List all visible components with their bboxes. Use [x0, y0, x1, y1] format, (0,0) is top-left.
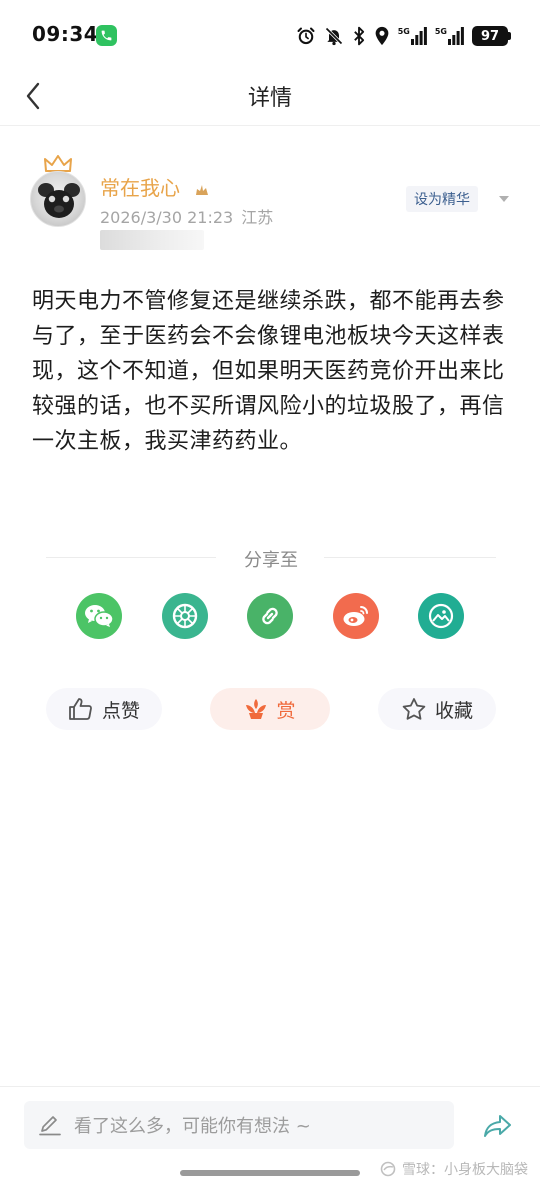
- avatar[interactable]: [30, 171, 86, 227]
- post-actions: 点赞 赏 收藏: [0, 688, 540, 732]
- share-divider: 分享至: [46, 546, 496, 571]
- post-meta: 2026/3/30 21:23 江苏: [100, 204, 281, 228]
- post-location: 江苏: [241, 208, 274, 227]
- set-essence-button[interactable]: 设为精华: [406, 186, 478, 212]
- watermark-text: 雪球：小身板大脑袋: [402, 1162, 528, 1178]
- share-image-button[interactable]: [418, 593, 464, 639]
- signal-5g-icon-2: 5G: [435, 27, 464, 45]
- bluetooth-icon: [352, 26, 366, 46]
- reward-icon: [246, 699, 267, 719]
- page-title: 详情: [247, 86, 292, 111]
- share-weibo-button[interactable]: [333, 593, 379, 639]
- forward-arrow-icon: [484, 1115, 511, 1137]
- thumbs-up-icon: [69, 698, 92, 720]
- comment-bar: 看了这么多，可能你有想法 ~ 雪球：小身板大脑袋: [0, 1086, 540, 1186]
- battery-level: 97: [480, 28, 500, 44]
- triangle-down-icon: [499, 196, 509, 202]
- comment-input[interactable]: 看了这么多，可能你有想法 ~: [24, 1101, 454, 1149]
- xueqiu-logo-icon: [380, 1161, 396, 1177]
- avatar-wrap[interactable]: [30, 155, 86, 227]
- share-wechat-button[interactable]: [76, 593, 122, 639]
- like-button[interactable]: 点赞: [46, 688, 162, 730]
- image-icon: [428, 603, 454, 629]
- battery-indicator: 97: [472, 26, 511, 46]
- alarm-icon: [296, 26, 316, 46]
- pencil-icon: [39, 1116, 61, 1136]
- weibo-icon: [343, 606, 368, 626]
- share-moments-button[interactable]: [162, 593, 208, 639]
- signal-5g-icon: 5G: [398, 27, 427, 45]
- status-time: 09:34: [32, 22, 99, 46]
- reward-label: 赏: [276, 699, 296, 722]
- author-name[interactable]: 常在我心: [100, 172, 180, 201]
- home-indicator: [180, 1170, 360, 1176]
- share-link-button[interactable]: [247, 593, 293, 639]
- share-label: 分享至: [244, 550, 298, 571]
- status-icons: 5G 5G 97: [296, 24, 511, 48]
- star-icon: [402, 698, 426, 720]
- wechat-icon: [85, 605, 114, 627]
- avatar-pug-icon: [38, 183, 80, 226]
- nav-bar: 详情: [0, 66, 540, 126]
- moments-icon: [172, 603, 198, 629]
- mute-bell-icon: [324, 26, 344, 46]
- author-header: 常在我心 2026/3/30 21:23 江苏 设为精华: [0, 150, 540, 250]
- post-content: 明天电力不管修复还是继续杀跌，都不能再去参与了，至于医药会不会像锂电池板块今天这…: [32, 289, 505, 454]
- level-badge-icon: [196, 185, 208, 195]
- phone-call-icon: [96, 25, 117, 46]
- location-icon: [374, 26, 390, 46]
- link-icon: [262, 607, 278, 625]
- more-button[interactable]: [494, 190, 514, 208]
- comment-placeholder: 看了这么多，可能你有想法 ~: [74, 1116, 311, 1137]
- post-timestamp: 2026/3/30 21:23: [100, 208, 234, 227]
- like-label: 点赞: [101, 699, 140, 722]
- forward-button[interactable]: [480, 1111, 516, 1141]
- favorite-button[interactable]: 收藏: [378, 688, 496, 730]
- reward-button[interactable]: 赏: [210, 688, 330, 730]
- redacted-text: [100, 230, 204, 250]
- share-targets: [0, 593, 540, 641]
- status-bar: 09:34 5G 5G 97: [0, 0, 540, 66]
- favorite-label: 收藏: [434, 699, 473, 722]
- watermark: 雪球：小身板大脑袋: [380, 1159, 528, 1179]
- divider-line-right: [324, 557, 496, 558]
